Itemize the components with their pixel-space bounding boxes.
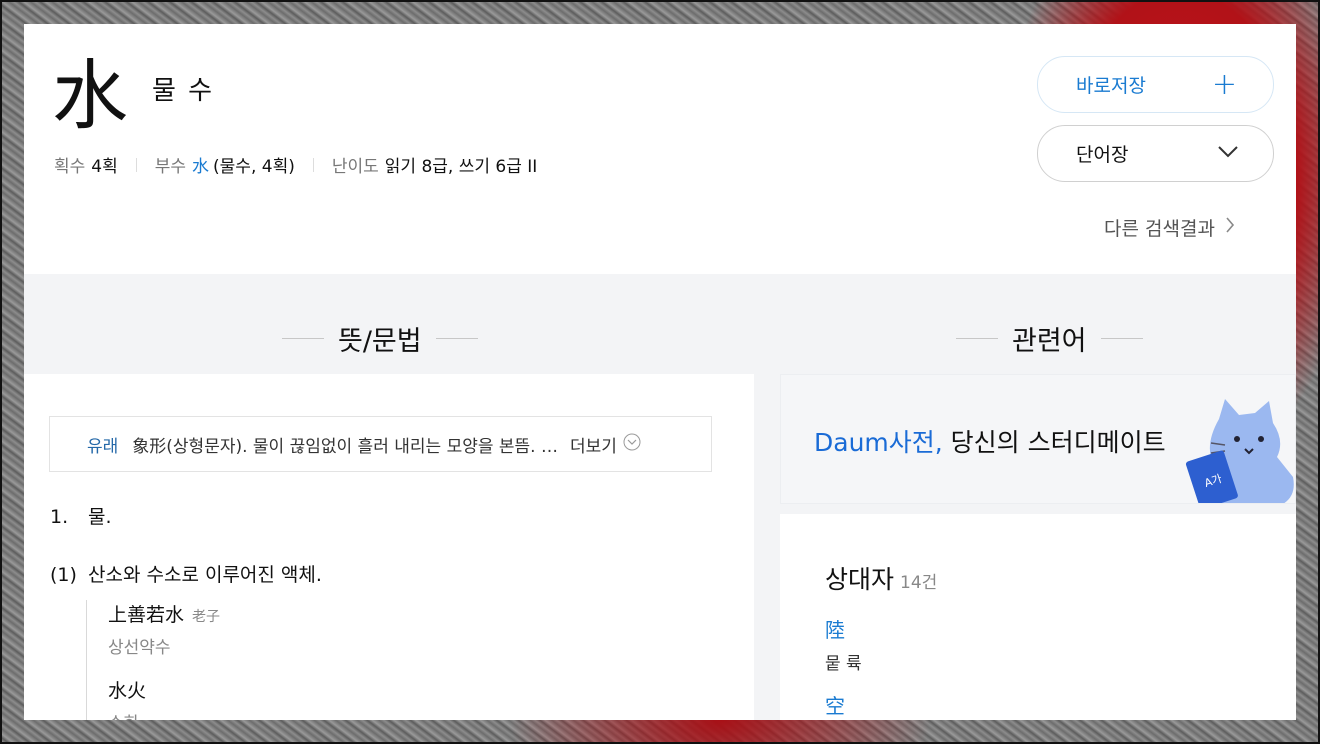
related-hanja-link[interactable]: 陸 xyxy=(825,614,862,643)
related-section-title: 관련어 xyxy=(956,319,1143,358)
chevron-down-icon xyxy=(1217,144,1239,163)
antonym-heading-label: 상대자 xyxy=(825,565,895,594)
example-item: 水火 수화 xyxy=(108,676,220,720)
meaning-section-title: 뜻/문법 xyxy=(282,319,478,358)
origin-box: 유래 象形(상형문자). 물이 끊임없이 흘러 내리는 모양을 본뜸. … 더보… xyxy=(49,416,712,472)
dictionary-card: 水 물 수 획수 4획 부수 水 (물수, 4획) 난이도 읽기 8급, 쓰기 … xyxy=(24,24,1296,720)
example-hanja: 上善若水 xyxy=(108,604,185,626)
origin-more-label: 더보기 xyxy=(569,436,617,457)
antonym-heading: 상대자 14건 xyxy=(825,560,937,596)
antonym-count: 14건 xyxy=(900,573,938,593)
entry-hanja: 水 xyxy=(52,51,128,140)
radical-desc: (물수, 4획) xyxy=(213,157,295,177)
level-label: 난이도 xyxy=(331,157,379,177)
plus-icon: + xyxy=(1211,66,1237,102)
related-title: 관련어 xyxy=(1012,326,1087,357)
related-hanja-link[interactable]: 空 xyxy=(825,690,845,719)
definition-item: 1. 물. xyxy=(50,502,112,529)
related-item: 陸 뭍 륙 xyxy=(825,614,862,674)
chevron-right-icon xyxy=(1225,216,1235,239)
related-reading: 뭍 륙 xyxy=(825,654,862,674)
example-source: 老子 xyxy=(192,609,221,625)
definition-text: 산소와 수소로 이루어진 액체. xyxy=(88,564,322,586)
meaning-title: 뜻/문법 xyxy=(338,326,422,357)
promo-banner[interactable]: Daum사전, 당신의 스터디메이트 A가 xyxy=(780,374,1296,504)
title-rule xyxy=(282,338,324,339)
meta-divider xyxy=(312,157,314,172)
definition-text: 물. xyxy=(88,506,112,528)
title-rule xyxy=(1100,338,1143,339)
example-list: 上善若水老子 상선약수 水火 수화 xyxy=(86,600,220,720)
entry-meta: 획수 4획 부수 水 (물수, 4획) 난이도 읽기 8급, 쓰기 6급 II xyxy=(54,152,537,177)
cat-mascot-icon: A가 xyxy=(1185,399,1294,503)
origin-label: 유래 xyxy=(87,436,119,457)
definition-item: (1) 산소와 수소로 이루어진 액체. xyxy=(50,560,322,587)
strokes-value: 4획 xyxy=(91,157,118,177)
level-value: 읽기 8급, 쓰기 6급 II xyxy=(384,157,538,177)
promo-text: Daum사전, 당신의 스터디메이트 xyxy=(814,423,1166,459)
chevron-circle-down-icon xyxy=(623,433,641,456)
example-reading: 수화 xyxy=(108,709,220,720)
strokes-label: 획수 xyxy=(54,157,86,177)
definition-number: 1. xyxy=(50,506,69,528)
radical-label: 부수 xyxy=(154,157,187,177)
example-reading: 상선약수 xyxy=(108,638,171,658)
entry-header: 水 물 수 획수 4획 부수 水 (물수, 4획) 난이도 읽기 8급, 쓰기 … xyxy=(24,24,1296,274)
related-panel: 상대자 14건 陸 뭍 륙 空 xyxy=(780,514,1296,720)
related-item: 空 xyxy=(825,690,845,719)
vocab-dropdown-button[interactable]: 단어장 xyxy=(1037,125,1274,182)
other-results-link[interactable]: 다른 검색결과 xyxy=(1104,214,1235,241)
example-hanja: 水火 xyxy=(108,680,147,702)
other-results-label: 다른 검색결과 xyxy=(1104,218,1215,240)
promo-brand: Daum사전, xyxy=(814,428,943,457)
vocab-label: 단어장 xyxy=(1076,144,1129,166)
quick-save-label: 바로저장 xyxy=(1076,75,1146,97)
title-rule xyxy=(435,338,478,339)
quick-save-button[interactable]: 바로저장 + xyxy=(1037,56,1274,113)
entry-reading: 물 수 xyxy=(152,76,215,106)
meta-divider xyxy=(135,157,137,172)
origin-text: 象形(상형문자). 물이 끊임없이 흘러 내리는 모양을 본뜸. … xyxy=(132,436,558,457)
title-rule xyxy=(956,338,998,339)
origin-more-button[interactable]: 더보기 xyxy=(570,432,641,457)
radical-link[interactable]: 水 xyxy=(192,152,209,177)
example-item: 上善若水 老子 상선약수 xyxy=(108,600,220,658)
promo-slogan: 당신의 스터디메이트 xyxy=(950,428,1166,457)
definition-number: (1) xyxy=(50,564,77,586)
meaning-panel: 유래 象形(상형문자). 물이 끊임없이 흘러 내리는 모양을 본뜸. … 더보… xyxy=(24,374,754,720)
